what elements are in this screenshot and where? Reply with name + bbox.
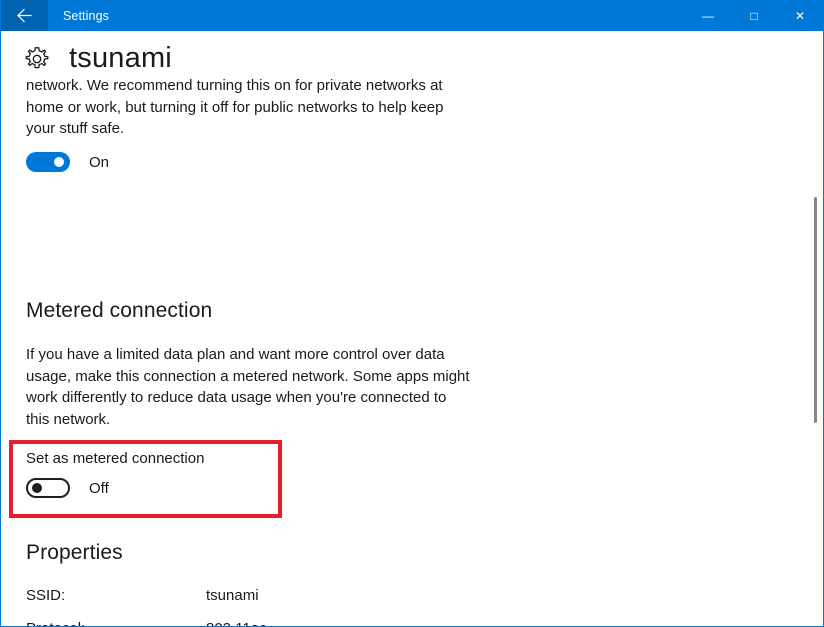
metered-toggle-row: Off	[26, 478, 204, 498]
network-profile-toggle-state: On	[89, 153, 110, 171]
maximize-icon: □	[750, 8, 758, 23]
metered-toggle-label: Set as metered connection	[26, 450, 205, 467]
metered-connection-setting: Set as metered connection Off	[26, 450, 204, 498]
network-profile-toggle[interactable]	[26, 152, 70, 172]
window-title: Settings	[63, 8, 109, 23]
title-bar: Settings — □ ✕	[1, 0, 823, 31]
minimize-icon: —	[702, 8, 714, 23]
page-title: tsunami	[69, 42, 172, 74]
table-row: SSID: tsunami	[26, 586, 312, 619]
toggle-knob	[32, 483, 42, 493]
property-label: SSID:	[26, 587, 66, 604]
properties-table: SSID: tsunami Protocol: 802.11ac Securit…	[26, 586, 312, 626]
property-value: 802.11ac	[206, 619, 312, 626]
network-profile-description-clipped: network. We recommend turning this on fo…	[26, 75, 476, 137]
window-controls: — □ ✕	[685, 0, 823, 31]
scrollbar[interactable]	[810, 32, 822, 626]
property-value: tsunami	[206, 587, 259, 604]
metered-connection-heading: Metered connection	[26, 299, 213, 322]
metered-toggle-state: Off	[89, 479, 109, 497]
close-button[interactable]: ✕	[777, 0, 823, 31]
network-profile-description: network. We recommend turning this on fo…	[26, 77, 444, 137]
back-arrow-icon	[17, 8, 32, 23]
properties-heading: Properties	[26, 541, 123, 564]
close-icon: ✕	[794, 8, 806, 23]
settings-window: Settings — □ ✕ tsunami network. We recom…	[0, 0, 824, 627]
property-label: Protocol:	[26, 619, 206, 626]
maximize-button[interactable]: □	[731, 0, 777, 31]
scrollbar-thumb[interactable]	[814, 197, 817, 423]
metered-connection-description: If you have a limited data plan and want…	[26, 346, 470, 428]
table-row: Protocol: 802.11ac	[26, 619, 312, 626]
gear-icon	[25, 46, 49, 68]
toggle-knob	[54, 157, 64, 167]
minimize-button[interactable]: —	[685, 0, 731, 31]
metered-connection-toggle[interactable]	[26, 478, 70, 498]
back-button[interactable]	[1, 0, 48, 31]
network-profile-toggle-row: On	[26, 152, 109, 172]
